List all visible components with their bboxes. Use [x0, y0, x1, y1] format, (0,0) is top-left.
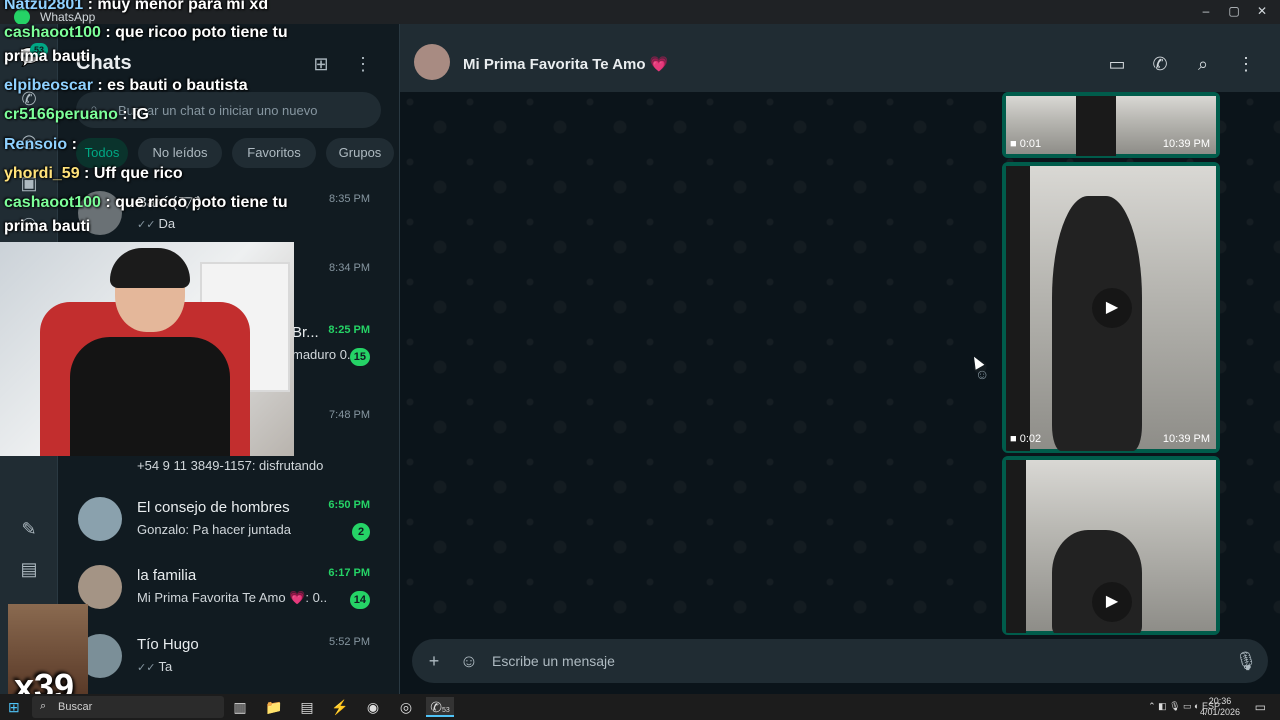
overlay-chat-line: Natzu2801 : muy menor para mi xd [4, 0, 269, 13]
message-input[interactable] [492, 639, 1192, 683]
video-duration: ■ 0:02 [1010, 433, 1042, 445]
menu-icon[interactable]: ⋮ [351, 52, 375, 76]
overlay-chat-line: elpibeoscar : es bauti o bautista [4, 77, 248, 94]
chat-time: 6:17 PM [328, 567, 370, 579]
message-time: 10:39 PM [1162, 433, 1210, 445]
windows-start-icon[interactable]: ⊞ [8, 699, 24, 715]
video-message[interactable]: ▶ [1002, 456, 1220, 635]
video-message[interactable]: ▶ ■ 0:02 10:39 PM [1002, 162, 1220, 453]
task-view-icon[interactable]: ▥ [229, 697, 251, 717]
notifications-icon[interactable]: ▭ [1255, 700, 1266, 714]
filter-grupos[interactable]: Grupos [326, 138, 394, 168]
voice-call-icon[interactable]: ✆ [1147, 51, 1173, 77]
play-icon[interactable]: ▶ [1092, 288, 1132, 328]
react-emoji-icon[interactable]: ☺ [975, 366, 993, 384]
chat-name: Tío Hugo [137, 636, 199, 653]
chat-preview: Gonzalo: Pa hacer juntada [137, 522, 291, 537]
chat-preview: +54 9 11 3849-1157: disfrutando [137, 458, 324, 473]
notepad-icon[interactable]: ▤ [296, 697, 318, 717]
clock[interactable]: 20:36 4/01/2026 [1200, 696, 1240, 718]
composer-box: + ☺ 🎙 [412, 639, 1268, 683]
microphone-icon[interactable]: 🎙 [1234, 649, 1258, 673]
app-icon[interactable]: ⚡ [329, 697, 351, 717]
chat-preview: ✓✓ Ta [137, 659, 173, 674]
video-message[interactable]: ■ 0:01 10:39 PM [1002, 92, 1220, 158]
close-button[interactable]: ✕ [1244, 2, 1280, 20]
taskbar: ⊞ ⌕ Buscar ▥ 📁 ▤ ⚡ ◉ ◎ ✆53 ⌃ ◧ 🎙 ▭ ◐ ESP… [0, 694, 1280, 720]
chat-name: la familia [137, 567, 197, 584]
attach-plus-icon[interactable]: + [422, 649, 446, 673]
overlay-chat-line: prima bauti [4, 218, 91, 235]
file-explorer-icon[interactable]: 📁 [263, 697, 285, 717]
avatar [78, 497, 122, 541]
message-time: 10:39 PM [1162, 138, 1210, 150]
chat-time: 7:48 PM [329, 409, 370, 421]
unread-badge: 2 [352, 523, 370, 541]
video-camera-icon: ■ [1010, 433, 1020, 445]
chat-row[interactable]: la familia Mi Prima Favorita Te Amo 💗: 0… [58, 554, 400, 624]
unread-badge: 15 [349, 348, 370, 366]
chat-time: 8:34 PM [329, 262, 370, 274]
stream-chat-overlay: Natzu2801 : muy menor para mi xd cashaoo… [0, 0, 320, 240]
chat-row[interactable]: El consejo de hombres Gonzalo: Pa hacer … [58, 486, 400, 556]
overlay-chat-line: cr5166peruano : IG [4, 106, 149, 123]
webcam-overlay [0, 242, 294, 456]
unread-badge: 14 [349, 591, 370, 609]
conversation-header[interactable]: Mi Prima Favorita Te Amo 💗 ▭ ✆ ⌕ ⋮ [400, 24, 1280, 92]
sticker-icon[interactable]: ☺ [457, 649, 481, 673]
overlay-chat-line: yhordi_59 : Uff que rico [4, 165, 183, 182]
video-call-icon[interactable]: ▭ [1104, 51, 1130, 77]
chat-time: 8:35 PM [329, 193, 370, 205]
ai-icon[interactable]: ✎ [18, 518, 40, 540]
video-duration: ■ 0:01 [1010, 138, 1042, 150]
search-icon: ⌕ [40, 700, 47, 712]
play-icon[interactable]: ▶ [1092, 582, 1132, 622]
contact-name[interactable]: Mi Prima Favorita Te Amo 💗 [463, 55, 668, 73]
media-icon[interactable]: ▤ [18, 558, 40, 580]
avatar [78, 565, 122, 609]
chat-preview: Mi Prima Favorita Te Amo 💗: 0.. [137, 590, 328, 605]
taskbar-search-label: Buscar [58, 701, 93, 713]
chrome-icon[interactable]: ◉ [362, 697, 384, 717]
contact-avatar[interactable] [414, 44, 450, 80]
screen: WhatsApp – ▢ ✕ 💬 53 ✆ ◎ ▣ ⚇ ✎ ▤ Chats ⊞ … [0, 0, 1280, 720]
overlay-chat-line: prima bauti [4, 48, 91, 65]
chat-row[interactable]: Tío Hugo ✓✓ Ta 5:52 PM [58, 623, 400, 693]
read-checks-icon: ✓✓ [137, 662, 156, 674]
overlay-chat-line: cashaoot100 : que ricoo poto tiene tu [4, 194, 288, 211]
search-messages-icon[interactable]: ⌕ [1190, 51, 1216, 77]
chat-name: El consejo de hombres [137, 499, 290, 516]
conversation-panel: Mi Prima Favorita Te Amo 💗 ▭ ✆ ⌕ ⋮ ☺ ■ 0… [400, 24, 1280, 694]
chat-time: 8:25 PM [328, 324, 370, 336]
obs-icon[interactable]: ◎ [395, 697, 417, 717]
chat-background: ☺ ■ 0:01 10:39 PM ▶ ■ 0:02 10:39 PM ▶ [400, 92, 1280, 635]
chat-name: Br... [292, 324, 319, 341]
overlay-chat-line: Rensoio : [4, 136, 77, 153]
chat-time: 6:50 PM [328, 499, 370, 511]
message-composer: + ☺ 🎙 [400, 635, 1280, 685]
chat-menu-icon[interactable]: ⋮ [1233, 51, 1259, 77]
overlay-chat-line: cashaoot100 : que ricoo poto tiene tu [4, 24, 288, 41]
chat-time: 5:52 PM [329, 636, 370, 648]
whatsapp-taskbar-icon[interactable]: ✆53 [426, 697, 454, 717]
taskbar-search[interactable]: ⌕ Buscar [32, 696, 224, 718]
video-camera-icon: ■ [1010, 138, 1020, 150]
